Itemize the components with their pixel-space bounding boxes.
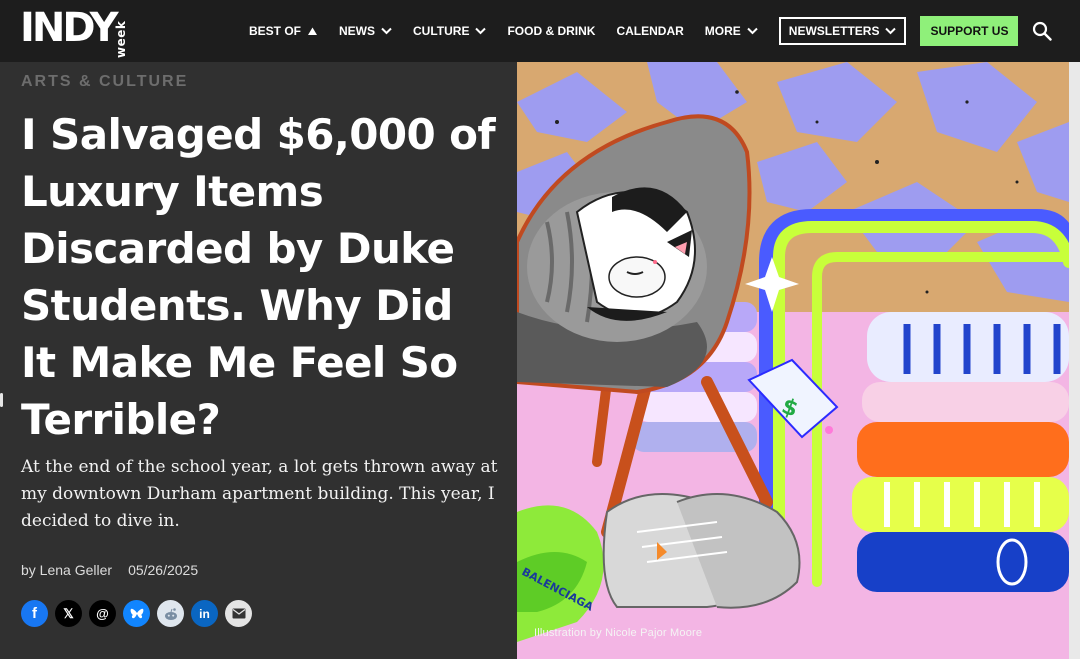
nav-item-label: FOOD & DRINK — [507, 24, 596, 38]
nav-item-label: MORE — [704, 24, 741, 38]
chevron-down-icon — [747, 27, 758, 35]
main-nav: BEST OF NEWS CULTURE FOOD & DRINK CALEND… — [249, 0, 1053, 62]
reddit-icon — [164, 607, 177, 620]
nav-item-label: NEWS — [339, 24, 376, 38]
newsletters-label: NEWSLETTERS — [788, 24, 880, 38]
threads-icon: @ — [96, 606, 109, 621]
nav-item-label: CALENDAR — [616, 24, 684, 38]
article-header: ARTS & CULTURE I Salvaged $6,000 of Luxu… — [0, 62, 517, 659]
nav-item-label: BEST OF — [249, 24, 302, 38]
nav-item-news[interactable]: NEWS — [339, 24, 392, 38]
illustration-artwork: $ BALENCIAGA — [517, 62, 1069, 659]
article-headline: I Salvaged $6,000 of Luxury Items Discar… — [21, 110, 496, 444]
article-category[interactable]: ARTS & CULTURE — [21, 73, 188, 91]
search-icon[interactable] — [1032, 21, 1053, 41]
x-icon: 𝕏 — [63, 605, 74, 621]
chevron-down-icon — [885, 27, 897, 35]
facebook-share-button[interactable]: f — [21, 600, 48, 627]
email-icon — [232, 608, 245, 619]
reddit-share-button[interactable] — [157, 600, 184, 627]
nav-item-calendar[interactable]: CALENDAR — [616, 24, 683, 38]
site-logo[interactable]: INDY week — [20, 5, 128, 58]
nav-item-best-of[interactable]: BEST OF — [249, 24, 318, 38]
facebook-icon: f — [32, 605, 37, 622]
linkedin-icon: in — [199, 606, 210, 621]
article-illustration: $ BALENCIAGA — [517, 62, 1069, 659]
triangle-up-icon — [308, 27, 318, 35]
logo-week: week — [114, 20, 128, 58]
email-share-button[interactable] — [225, 600, 252, 627]
chevron-down-icon — [475, 27, 487, 35]
nav-item-food-drink[interactable]: FOOD & DRINK — [507, 24, 595, 38]
nav-item-label: CULTURE — [413, 24, 470, 38]
support-us-button[interactable]: SUPPORT US — [920, 16, 1019, 46]
scroll-edge-marker — [0, 393, 3, 407]
author-name[interactable]: by Lena Geller — [21, 562, 112, 578]
site-header: INDY week BEST OF NEWS CULTURE FOOD & DR… — [0, 0, 1080, 62]
newsletters-button[interactable]: NEWSLETTERS — [778, 17, 907, 45]
logo-wordmark: INDY — [20, 5, 119, 51]
bluesky-share-button[interactable] — [123, 600, 150, 627]
share-buttons: f 𝕏 @ in — [21, 600, 259, 627]
nav-item-more[interactable]: MORE — [705, 24, 758, 38]
byline: by Lena Geller 05/26/2025 — [21, 562, 198, 578]
threads-share-button[interactable]: @ — [89, 600, 116, 627]
linkedin-share-button[interactable]: in — [191, 600, 218, 627]
publish-date: 05/26/2025 — [128, 562, 199, 578]
x-share-button[interactable]: 𝕏 — [55, 600, 82, 627]
nav-item-culture[interactable]: CULTURE — [413, 24, 487, 38]
article-dek: At the end of the school year, a lot get… — [21, 457, 498, 531]
image-credit: Illustration by Nicole Pajor Moore — [534, 627, 703, 639]
right-edge-strip — [1069, 62, 1080, 659]
bluesky-icon — [130, 608, 143, 618]
chevron-down-icon — [381, 27, 392, 35]
